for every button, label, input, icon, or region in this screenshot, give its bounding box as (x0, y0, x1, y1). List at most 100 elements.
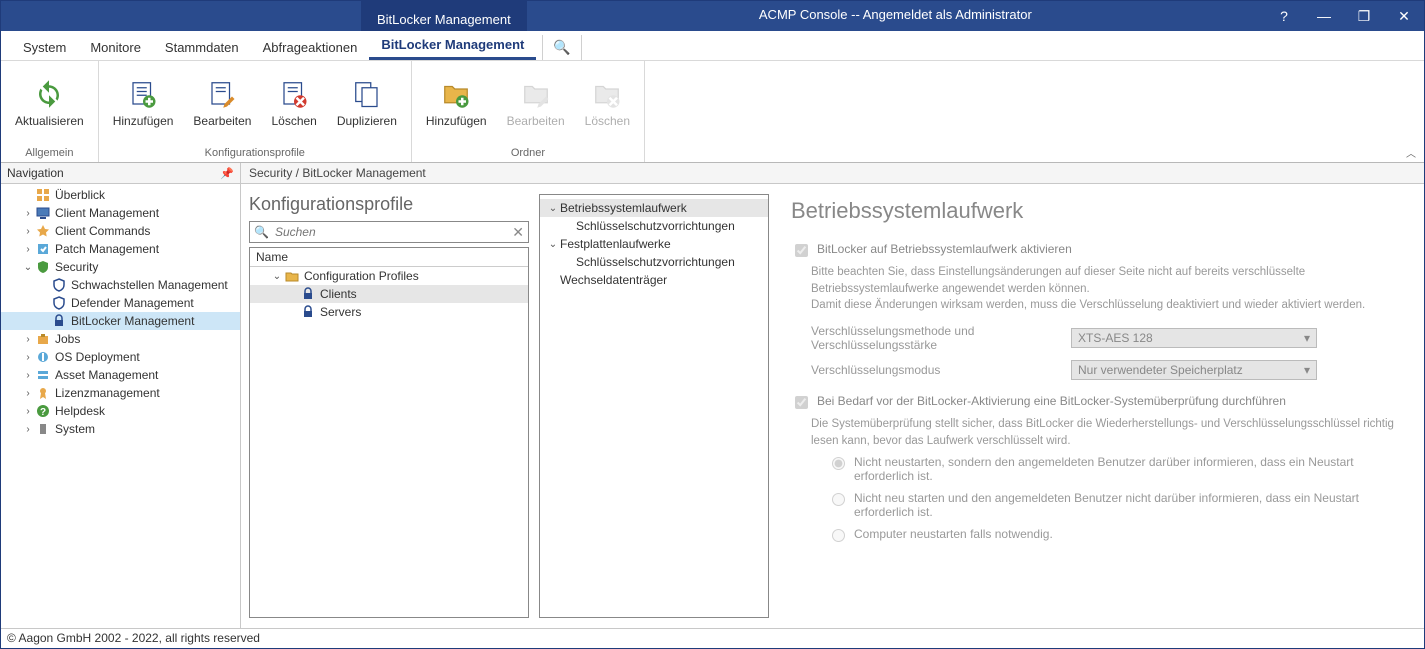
expand-icon[interactable]: ⌄ (270, 271, 284, 282)
add-profile-button[interactable]: Hinzufügen (103, 74, 184, 132)
pin-icon[interactable]: 📌 (220, 167, 234, 180)
nav-item-helpdesk[interactable]: ›?Helpdesk (1, 402, 240, 420)
profiles-name-column[interactable]: Name (250, 248, 528, 267)
encryption-method-label: Verschlüsselungsmethode und Verschlüssel… (811, 324, 1071, 352)
expand-icon[interactable]: › (21, 352, 35, 363)
expand-icon[interactable]: › (21, 208, 35, 219)
delete-folder-button: Löschen (575, 74, 640, 132)
clear-search-icon[interactable]: ✕ (512, 224, 524, 241)
activate-note: Bitte beachten Sie, dass Einstellungsänd… (811, 264, 1404, 314)
svg-text:?: ? (40, 407, 46, 418)
nav-item-client-commands[interactable]: ›Client Commands (1, 222, 240, 240)
chevron-down-icon: ▾ (1304, 363, 1310, 377)
client-icon (35, 205, 51, 221)
nav-item-lizenzmanagement[interactable]: ›Lizenzmanagement (1, 384, 240, 402)
drive-node-betriebssystemlaufwerk[interactable]: ⌄Betriebssystemlaufwerk (540, 199, 768, 217)
expand-icon[interactable]: › (21, 406, 35, 417)
grid-icon (35, 187, 51, 203)
profile-item-clients[interactable]: Clients (250, 285, 528, 303)
system-check-label: Bei Bedarf vor der BitLocker-Aktivierung… (817, 394, 1286, 408)
patch-icon (35, 241, 51, 257)
menu-tab-stammdaten[interactable]: Stammdaten (153, 34, 251, 60)
search-icon: 🔍 (254, 225, 269, 239)
activate-bitlocker-checkbox[interactable]: BitLocker auf Betriebssystemlaufwerk akt… (791, 242, 1404, 260)
nav-item-schwachstellen-management[interactable]: Schwachstellen Management (1, 276, 240, 294)
lock-icon (300, 286, 316, 302)
encryption-mode-select[interactable]: Nur verwendeter Speicherplatz ▾ (1071, 360, 1317, 380)
ribbon-collapse-icon[interactable]: ︿ (1406, 145, 1416, 160)
edit-profile-icon (206, 78, 238, 110)
menu-tab-abfrageaktionen[interactable]: Abfrageaktionen (251, 34, 370, 60)
ribbon-group-label: Allgemein (5, 145, 94, 162)
os-icon (35, 349, 51, 365)
menu-tab-bitlocker-management[interactable]: BitLocker Management (369, 31, 536, 60)
ribbon-group-label: Konfigurationsprofile (103, 145, 407, 162)
encryption-mode-value: Nur verwendeter Speicherplatz (1078, 363, 1243, 377)
refresh-icon (33, 78, 65, 110)
drive-node-schl-sselschutzvorrichtungen[interactable]: Schlüsselschutzvorrichtungen (540, 217, 768, 235)
expand-icon[interactable]: › (21, 370, 35, 381)
statusbar: © Aagon GmbH 2002 - 2022, all rights res… (1, 628, 1424, 648)
drive-node-festplattenlaufwerke[interactable]: ⌄Festplattenlaufwerke (540, 235, 768, 253)
menu-tab-monitore[interactable]: Monitore (78, 34, 153, 60)
help-icon[interactable]: ? (1264, 2, 1304, 30)
profiles-search[interactable]: 🔍 ✕ (249, 221, 529, 243)
drive-node-schl-sselschutzvorrichtungen[interactable]: Schlüsselschutzvorrichtungen (540, 253, 768, 271)
menu-tab-system[interactable]: System (11, 34, 78, 60)
maximize-button[interactable]: ❐ (1344, 2, 1384, 31)
nav-item-os-deployment[interactable]: ›OS Deployment (1, 348, 240, 366)
system-check-note: Die Systemüberprüfung stellt sicher, das… (811, 416, 1404, 449)
add-folder-button[interactable]: Hinzufügen (416, 74, 497, 132)
profiles-heading: Konfigurationsprofile (249, 194, 529, 215)
expand-icon[interactable]: ⌄ (21, 262, 35, 273)
chevron-down-icon: ▾ (1304, 331, 1310, 345)
nav-item-bitlocker-management[interactable]: BitLocker Management (1, 312, 240, 330)
edit-folder-button: Bearbeiten (497, 74, 575, 132)
drive-settings-form: Betriebssystemlaufwerk BitLocker auf Bet… (779, 194, 1416, 618)
expand-icon[interactable]: › (21, 226, 35, 237)
navigation-title: Navigation (7, 166, 64, 180)
restart-option-0[interactable]: Nicht neustarten, sondern den angemeldet… (827, 455, 1404, 483)
expand-icon[interactable]: › (21, 388, 35, 399)
profiles-search-input[interactable] (273, 224, 512, 240)
restart-option-2[interactable]: Computer neustarten falls notwendig. (827, 527, 1404, 542)
system-check-checkbox[interactable]: Bei Bedarf vor der BitLocker-Aktivierung… (791, 394, 1404, 412)
edit-profile-button[interactable]: Bearbeiten (183, 74, 261, 132)
encryption-method-value: XTS-AES 128 (1078, 331, 1153, 345)
commands-icon (35, 223, 51, 239)
nav-item-patch-management[interactable]: ›Patch Management (1, 240, 240, 258)
nav-item-defender-management[interactable]: Defender Management (1, 294, 240, 312)
drive-node-wechseldatentr-ger[interactable]: Wechseldatenträger (540, 271, 768, 289)
nav-item-security[interactable]: ⌄Security (1, 258, 240, 276)
restart-option-1[interactable]: Nicht neu starten und den angemeldeten B… (827, 491, 1404, 519)
profile-item-configuration-profiles[interactable]: ⌄Configuration Profiles (250, 267, 528, 285)
close-button[interactable]: ✕ (1384, 2, 1424, 31)
expand-icon[interactable]: ⌄ (546, 203, 560, 214)
add-folder-icon (440, 78, 472, 110)
expand-icon[interactable]: › (21, 424, 35, 435)
jobs-icon (35, 331, 51, 347)
nav-item-überblick[interactable]: Überblick (1, 186, 240, 204)
menu-tabs: SystemMonitoreStammdatenAbfrageaktionenB… (1, 31, 1424, 61)
nav-item-system[interactable]: ›System (1, 420, 240, 438)
delete-profile-button[interactable]: Löschen (261, 74, 326, 132)
ribbon-search-button[interactable]: 🔍 (542, 35, 581, 60)
system-icon (35, 421, 51, 437)
encryption-method-select[interactable]: XTS-AES 128 ▾ (1071, 328, 1317, 348)
duplicate-profile-button[interactable]: Duplizieren (327, 74, 407, 132)
expand-icon[interactable]: › (21, 334, 35, 345)
profile-item-servers[interactable]: Servers (250, 303, 528, 321)
expand-icon[interactable]: › (21, 244, 35, 255)
nav-item-client-management[interactable]: ›Client Management (1, 204, 240, 222)
minimize-button[interactable]: — (1304, 2, 1344, 30)
activate-bitlocker-label: BitLocker auf Betriebssystemlaufwerk akt… (817, 242, 1072, 256)
delete-profile-icon (278, 78, 310, 110)
license-icon (35, 385, 51, 401)
titlebar: BitLocker Management ACMP Console -- Ang… (1, 1, 1424, 31)
lock-icon (51, 313, 67, 329)
shield-icon (35, 259, 51, 275)
nav-item-jobs[interactable]: ›Jobs (1, 330, 240, 348)
expand-icon[interactable]: ⌄ (546, 239, 560, 250)
refresh-button[interactable]: Aktualisieren (5, 74, 94, 132)
nav-item-asset-management[interactable]: ›Asset Management (1, 366, 240, 384)
